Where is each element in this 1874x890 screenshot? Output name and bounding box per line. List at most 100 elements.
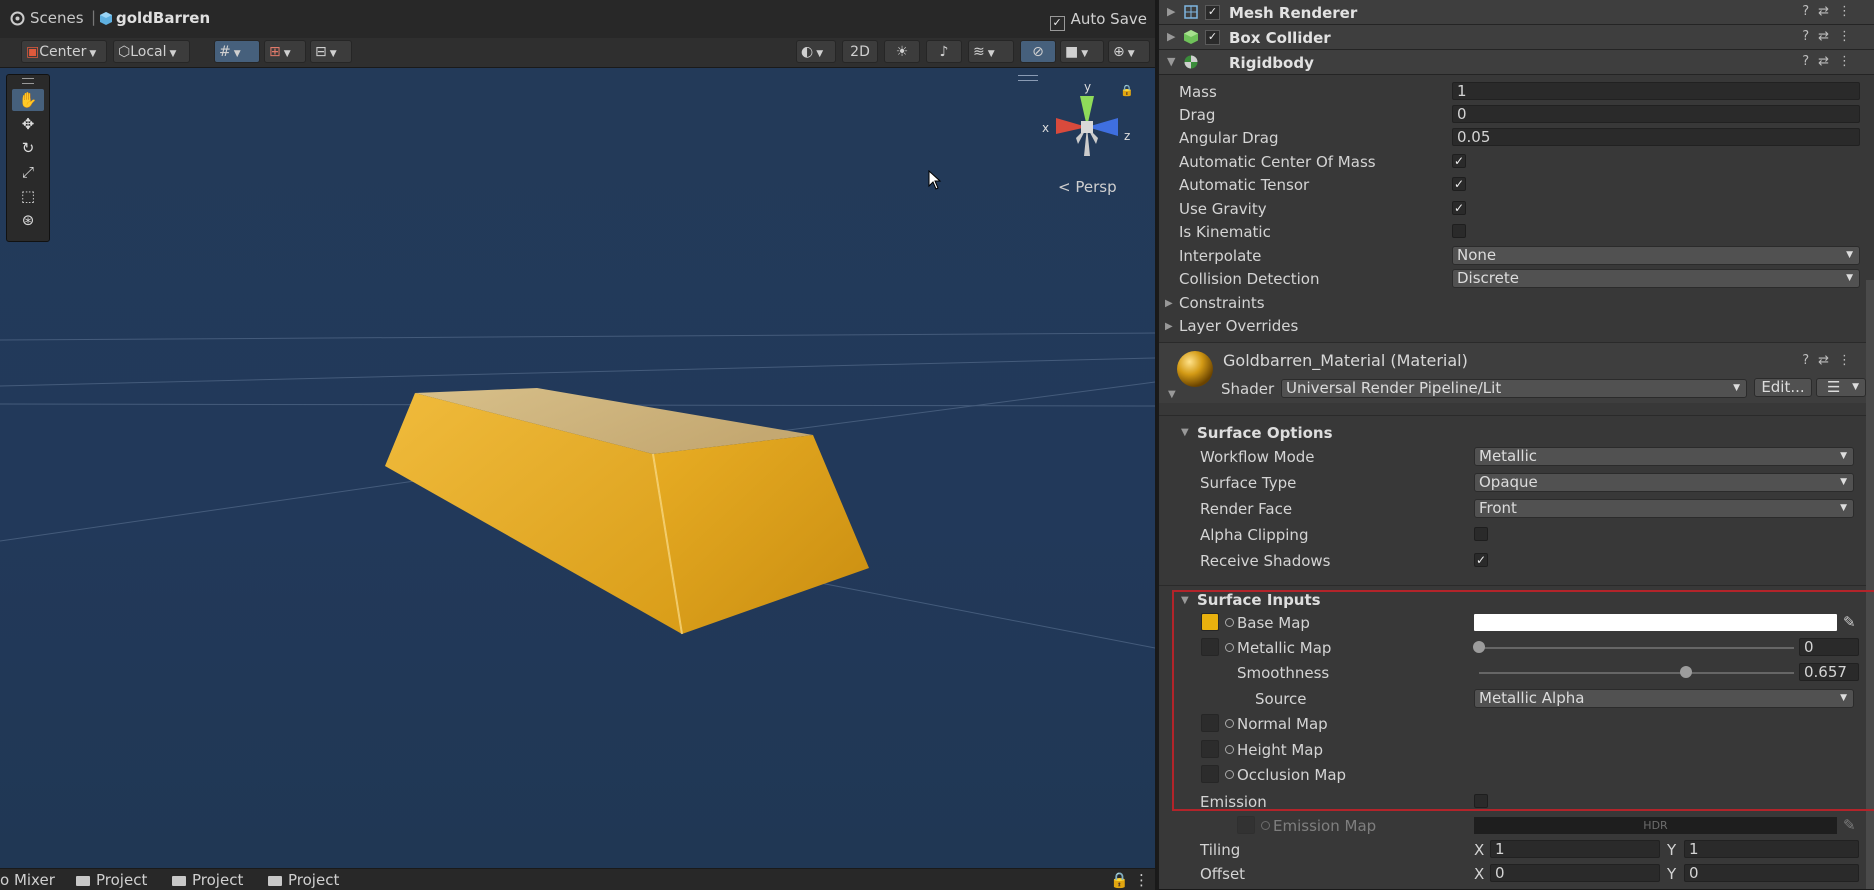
- panel-lock-icon[interactable]: 🔒: [1110, 871, 1129, 889]
- receive-shadows-checkbox[interactable]: ✓: [1474, 553, 1488, 567]
- fold-arrow-expanded-icon[interactable]: ▼: [1181, 427, 1189, 438]
- fold-arrow-expanded-icon[interactable]: ▼: [1167, 55, 1175, 68]
- base-map-color-field[interactable]: [1474, 614, 1837, 631]
- tab-audio-mixer[interactable]: o Mixer: [0, 871, 55, 889]
- draw-mode-button[interactable]: ◐ ▼: [796, 40, 836, 63]
- render-face-dropdown[interactable]: Front ▼: [1474, 499, 1854, 518]
- surface-inputs-title[interactable]: Surface Inputs: [1197, 591, 1321, 609]
- eyedropper-icon[interactable]: ✎: [1843, 613, 1856, 631]
- alpha-clipping-checkbox[interactable]: [1474, 527, 1488, 541]
- offset-x-input[interactable]: 0: [1490, 864, 1660, 882]
- interpolate-dropdown[interactable]: None ▼: [1452, 246, 1860, 265]
- texture-picker-icon[interactable]: [1225, 618, 1234, 627]
- metallic-slider-track[interactable]: [1479, 647, 1794, 649]
- smoothness-slider-track[interactable]: [1479, 672, 1794, 674]
- tiling-y-input[interactable]: 1: [1684, 840, 1859, 858]
- collision-detection-dropdown[interactable]: Discrete ▼: [1452, 269, 1860, 288]
- drag-input[interactable]: 0: [1452, 105, 1860, 123]
- auto-tensor-checkbox[interactable]: ✓: [1452, 177, 1466, 191]
- autosave-toggle[interactable]: ✓ Auto Save: [1049, 10, 1147, 31]
- scene-viewport[interactable]: [0, 68, 1155, 868]
- hand-tool-button[interactable]: ✋: [12, 89, 44, 111]
- auto-com-checkbox[interactable]: ✓: [1452, 154, 1466, 168]
- occlusion-map-texture-slot[interactable]: [1201, 765, 1219, 783]
- is-kinematic-checkbox[interactable]: [1452, 224, 1466, 238]
- smoothness-slider-knob[interactable]: [1679, 666, 1692, 678]
- texture-picker-icon[interactable]: [1261, 821, 1270, 830]
- transform-tool-button[interactable]: ⊛: [12, 209, 44, 231]
- use-gravity-checkbox[interactable]: ✓: [1452, 201, 1466, 215]
- metallic-value-input[interactable]: 0: [1799, 638, 1859, 656]
- grid-snap-button[interactable]: # ▼: [214, 40, 260, 63]
- material-preview-sphere-icon[interactable]: [1175, 349, 1215, 389]
- panel-menu-icon[interactable]: ⋮: [1134, 871, 1149, 889]
- surface-type-dropdown[interactable]: Opaque ▼: [1474, 473, 1854, 492]
- workflow-mode-dropdown[interactable]: Metallic ▼: [1474, 447, 1854, 466]
- emission-checkbox[interactable]: [1474, 794, 1488, 808]
- tab-project-1[interactable]: Project: [76, 871, 147, 889]
- emission-map-texture-slot[interactable]: [1237, 816, 1255, 834]
- pivot-mode-dropdown[interactable]: ▣Center ▼: [21, 40, 107, 63]
- shader-dropdown[interactable]: Universal Render Pipeline/Lit ▼: [1281, 379, 1747, 398]
- emission-color-field[interactable]: HDR: [1474, 817, 1837, 834]
- gizmos-button[interactable]: ⊕ ▼: [1108, 40, 1150, 63]
- fold-arrow-icon[interactable]: ▶: [1167, 30, 1175, 43]
- layer-overrides-row[interactable]: ▶ Layer Overrides: [1159, 315, 1874, 337]
- offset-y-input[interactable]: 0: [1684, 864, 1859, 882]
- inspector-scrollbar[interactable]: [1866, 280, 1874, 889]
- fold-arrow-expanded-icon[interactable]: ▼: [1181, 595, 1189, 606]
- overlay-drag-handle-icon[interactable]: [1018, 75, 1038, 81]
- normal-map-texture-slot[interactable]: [1201, 714, 1219, 732]
- tab-project-3[interactable]: Project: [268, 871, 339, 889]
- projection-toggle[interactable]: < Persp: [1058, 178, 1117, 196]
- component-controls[interactable]: ?⇄⋮: [1802, 54, 1860, 69]
- fold-arrow-icon[interactable]: ▶: [1165, 321, 1173, 332]
- lighting-toggle-button[interactable]: ☀: [884, 40, 920, 63]
- rect-tool-button[interactable]: ⬚: [12, 185, 44, 207]
- metallic-map-texture-slot[interactable]: [1201, 638, 1219, 656]
- shader-edit-button[interactable]: Edit...: [1754, 378, 1812, 397]
- mesh-renderer-enabled-checkbox[interactable]: ✓: [1205, 5, 1220, 20]
- eyedropper-icon[interactable]: ✎: [1843, 816, 1856, 834]
- move-tool-button[interactable]: ✥: [12, 113, 44, 135]
- pivot-rotation-dropdown[interactable]: ⬡Local ▼: [113, 40, 190, 63]
- mass-input[interactable]: 1: [1452, 82, 1860, 100]
- source-dropdown[interactable]: Metallic Alpha ▼: [1474, 689, 1854, 708]
- height-map-texture-slot[interactable]: [1201, 740, 1219, 758]
- box-collider-header[interactable]: ▶ ✓ Box Collider ?⇄⋮: [1159, 25, 1874, 50]
- base-map-texture-slot[interactable]: [1201, 613, 1219, 631]
- component-controls[interactable]: ?⇄⋮: [1802, 29, 1860, 44]
- texture-picker-icon[interactable]: [1225, 745, 1234, 754]
- increment-snap-button[interactable]: ⊟ ▼: [310, 40, 352, 63]
- breadcrumb-scenes[interactable]: Scenes: [30, 9, 84, 27]
- box-collider-enabled-checkbox[interactable]: ✓: [1205, 30, 1220, 45]
- grid-visibility-button[interactable]: ⊞ ▼: [264, 40, 306, 63]
- drag-handle-icon[interactable]: [22, 78, 34, 84]
- hidden-objects-toggle-button[interactable]: ⊘: [1020, 40, 1056, 63]
- smoothness-value-input[interactable]: 0.657: [1799, 663, 1859, 681]
- rotate-tool-button[interactable]: ↻: [12, 137, 44, 159]
- texture-picker-icon[interactable]: [1225, 719, 1234, 728]
- component-controls[interactable]: ?⇄⋮: [1802, 4, 1860, 19]
- toggle-2d-button[interactable]: 2D: [842, 40, 878, 63]
- surface-options-title[interactable]: Surface Options: [1197, 424, 1333, 442]
- tab-project-2[interactable]: Project: [172, 871, 243, 889]
- texture-picker-icon[interactable]: [1225, 770, 1234, 779]
- gizmo-lock-icon[interactable]: 🔒: [1120, 84, 1134, 97]
- fold-arrow-icon[interactable]: ▶: [1165, 298, 1173, 309]
- material-controls[interactable]: ?⇄⋮: [1802, 353, 1860, 368]
- audio-toggle-button[interactable]: ♪: [926, 40, 962, 63]
- effects-toggle-button[interactable]: ≋ ▼: [968, 40, 1014, 63]
- metallic-slider-knob[interactable]: [1473, 641, 1485, 653]
- camera-settings-button[interactable]: ■ ▼: [1060, 40, 1104, 63]
- tiling-x-input[interactable]: 1: [1490, 840, 1660, 858]
- scale-tool-button[interactable]: ⤢: [12, 161, 44, 183]
- breadcrumb-goldbarren[interactable]: goldBarren: [116, 9, 210, 27]
- fold-arrow-expanded-icon[interactable]: ▼: [1168, 389, 1176, 400]
- constraints-row[interactable]: ▶ Constraints: [1159, 292, 1874, 314]
- angular-drag-input[interactable]: 0.05: [1452, 128, 1860, 146]
- fold-arrow-icon[interactable]: ▶: [1167, 5, 1175, 18]
- texture-picker-icon[interactable]: [1225, 643, 1234, 652]
- autosave-checkbox[interactable]: ✓: [1049, 16, 1065, 31]
- mesh-renderer-header[interactable]: ▶ ✓ Mesh Renderer ?⇄⋮: [1159, 0, 1874, 25]
